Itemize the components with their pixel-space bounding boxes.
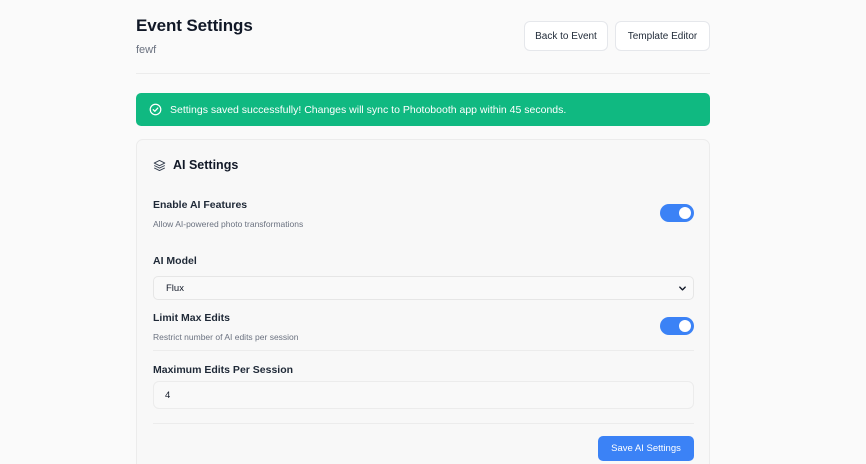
- page-header: Event Settings fewf Back to Event Templa…: [136, 16, 710, 74]
- divider: [153, 350, 694, 351]
- chevron-down-icon: [679, 286, 686, 291]
- enable-ai-description: Allow AI-powered photo transformations: [153, 219, 304, 229]
- success-banner: Settings saved successfully! Changes wil…: [136, 93, 710, 126]
- toggle-knob: [679, 207, 691, 219]
- limit-edits-description: Restrict number of AI edits per session: [153, 332, 299, 342]
- page-title: Event Settings: [136, 16, 253, 35]
- check-circle-icon: [149, 103, 162, 116]
- save-ai-settings-button[interactable]: Save AI Settings: [598, 436, 694, 461]
- back-to-event-button[interactable]: Back to Event: [524, 21, 608, 51]
- enable-ai-toggle[interactable]: [660, 204, 694, 222]
- template-editor-button[interactable]: Template Editor: [615, 21, 710, 51]
- event-settings-page: Event Settings fewf Back to Event Templa…: [0, 0, 866, 464]
- divider: [153, 423, 694, 424]
- card-title: AI Settings: [173, 158, 239, 172]
- ai-model-selected-value: Flux: [166, 282, 184, 294]
- ai-settings-card: AI Settings Enable AI Features Allow AI-…: [136, 139, 710, 464]
- limit-edits-label: Limit Max Edits: [153, 312, 231, 324]
- event-name: fewf: [136, 44, 157, 56]
- max-edits-label: Maximum Edits Per Session: [153, 364, 294, 376]
- success-message: Settings saved successfully! Changes wil…: [170, 103, 567, 116]
- ai-model-label: AI Model: [153, 255, 197, 267]
- limit-edits-toggle[interactable]: [660, 317, 694, 335]
- card-header: AI Settings: [153, 158, 238, 172]
- ai-model-select[interactable]: Flux: [153, 276, 694, 300]
- max-edits-input[interactable]: [153, 381, 694, 409]
- enable-ai-label: Enable AI Features: [153, 199, 248, 211]
- layers-icon: [153, 159, 166, 171]
- toggle-knob: [679, 320, 691, 332]
